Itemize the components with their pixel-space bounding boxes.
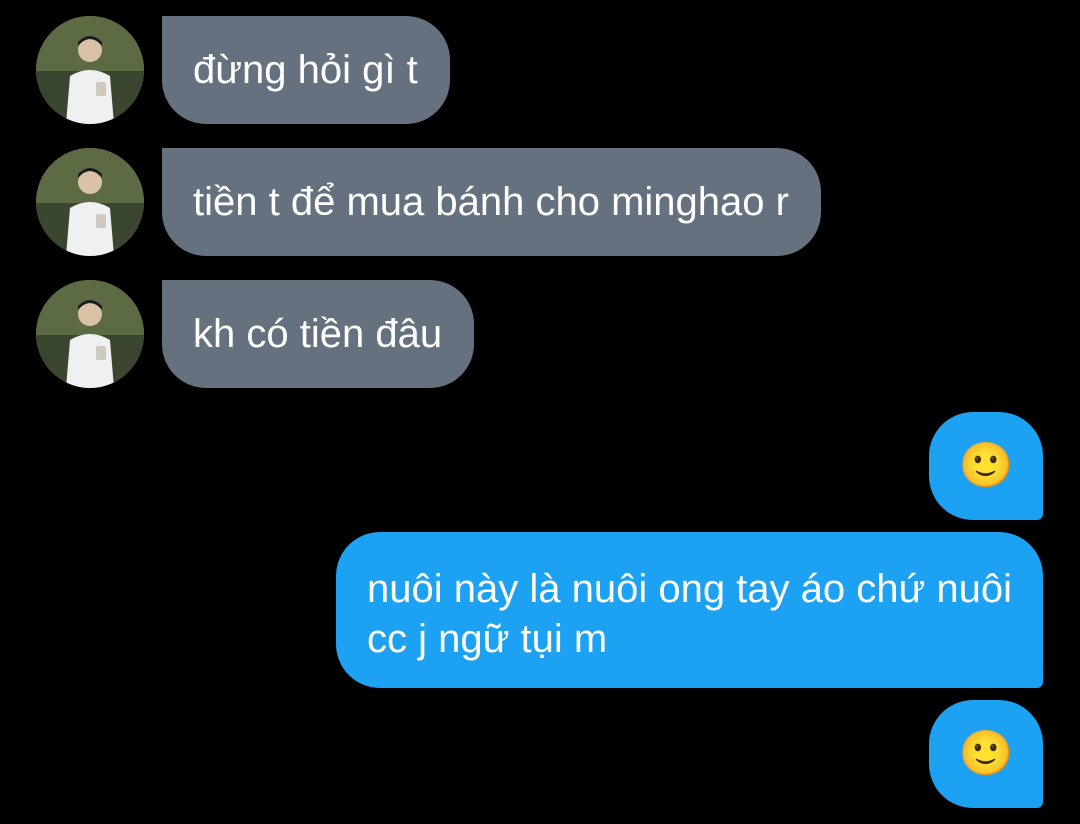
outgoing-message[interactable]: 🙂 xyxy=(929,412,1043,520)
slightly-smiling-face-icon: 🙂 xyxy=(958,440,1014,491)
message-text: kh có tiền đâu xyxy=(193,312,443,356)
message-text: tiền t để mua bánh cho minghao r xyxy=(193,180,789,224)
sender-avatar[interactable] xyxy=(36,148,144,256)
incoming-message[interactable]: đừng hỏi gì t xyxy=(162,16,450,124)
avatar-photo xyxy=(36,16,144,124)
incoming-message[interactable]: tiền t để mua bánh cho minghao r xyxy=(162,148,821,256)
avatar-photo xyxy=(36,148,144,256)
sender-avatar[interactable] xyxy=(36,16,144,124)
incoming-message[interactable]: kh có tiền đâu xyxy=(162,280,475,388)
slightly-smiling-face-icon: 🙂 xyxy=(958,728,1014,779)
sender-avatar[interactable] xyxy=(36,280,144,388)
outgoing-message[interactable]: nuôi này là nuôi ong tay áo chứ nuôi cc … xyxy=(336,532,1043,688)
message-text: nuôi này là nuôi ong tay áo chứ nuôi cc … xyxy=(367,567,1013,661)
outgoing-message[interactable]: 🙂 xyxy=(929,700,1043,808)
avatar-photo xyxy=(36,280,144,388)
message-text: đừng hỏi gì t xyxy=(193,48,418,92)
